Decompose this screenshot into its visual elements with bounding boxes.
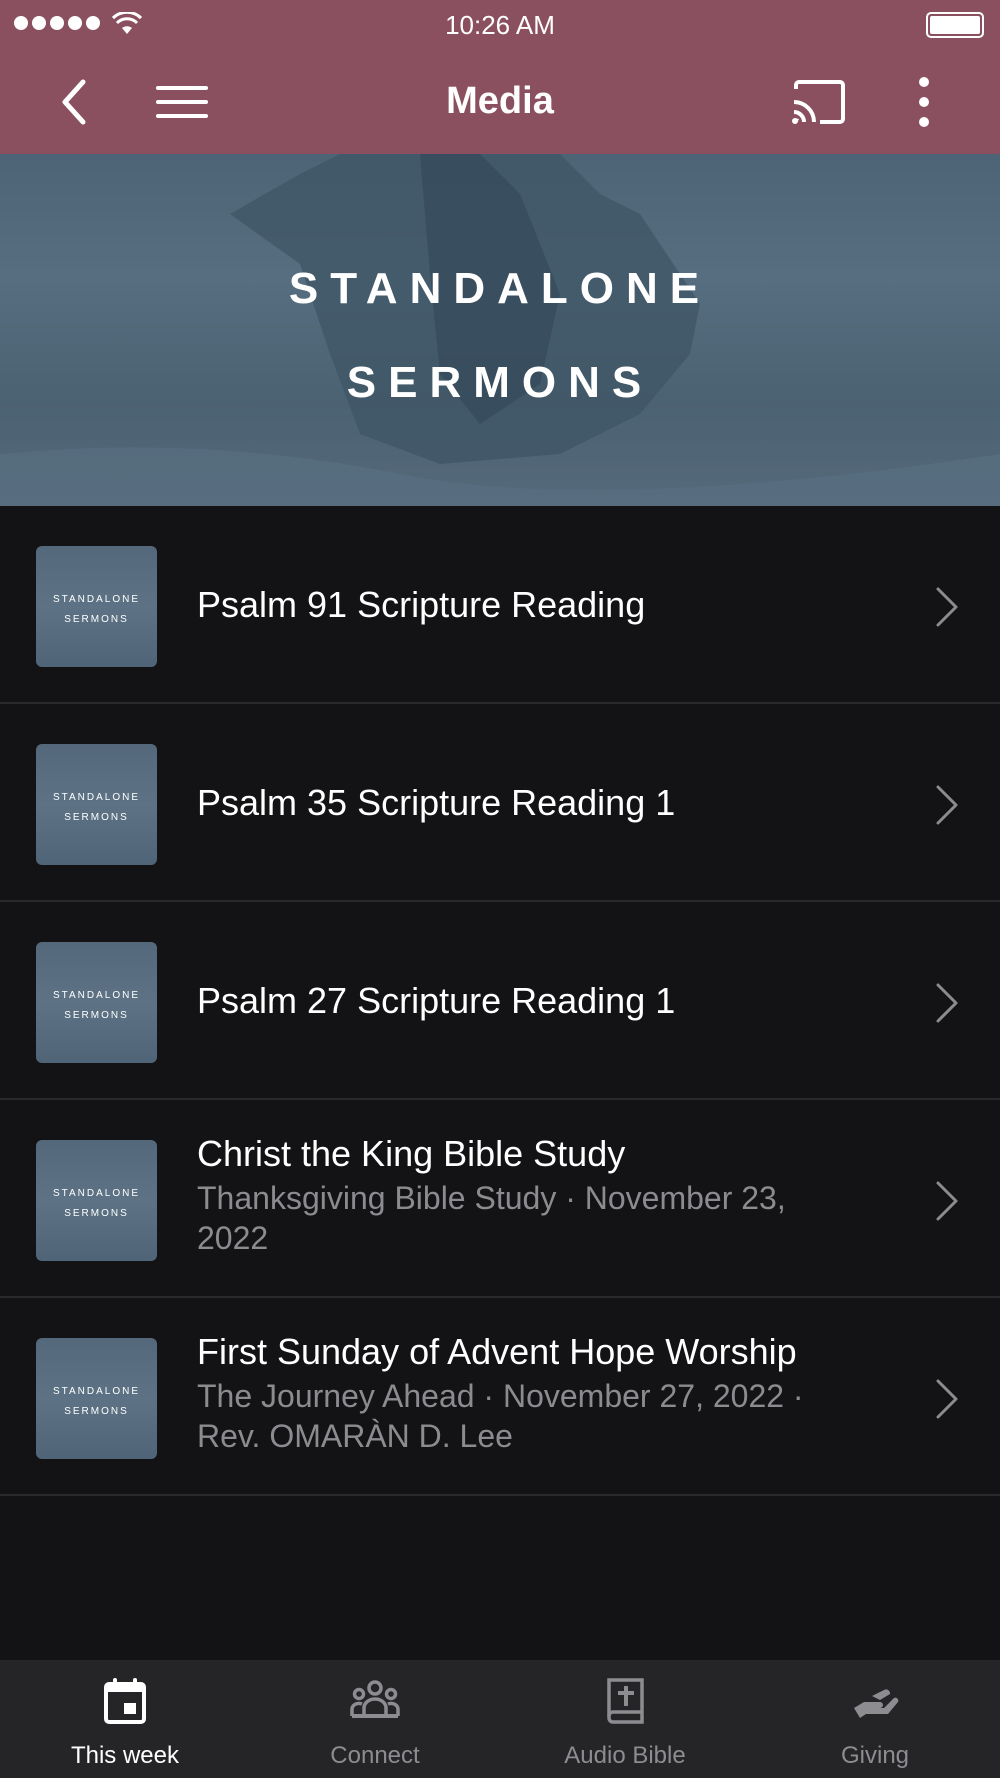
- sermon-thumbnail: STANDALONE SERMONS: [36, 744, 157, 865]
- list-item-title: Psalm 91 Scripture Reading: [197, 584, 646, 625]
- list-item-title: First Sunday of Advent Hope Worship: [197, 1331, 797, 1372]
- status-bar: 10:26 AM: [0, 0, 1000, 50]
- sermon-thumbnail: STANDALONE SERMONS: [36, 1140, 157, 1261]
- chevron-right-icon: [936, 785, 958, 825]
- sermon-thumbnail: STANDALONE SERMONS: [36, 1338, 157, 1459]
- app-bar: Media: [0, 50, 1000, 154]
- thumbnail-text-line1: STANDALONE: [52, 990, 141, 1001]
- list-item-title: Psalm 35 Scripture Reading 1: [197, 782, 676, 823]
- tab-audio-bible[interactable]: Audio Bible: [500, 1660, 750, 1778]
- list-item-title: Christ the King Bible Study: [197, 1133, 626, 1174]
- more-options-button[interactable]: [894, 72, 954, 132]
- cast-icon: [792, 80, 845, 124]
- cast-button[interactable]: [788, 72, 848, 132]
- bible-icon: [607, 1678, 644, 1724]
- more-vertical-icon: [919, 77, 929, 127]
- hero-title-line1: STANDALONE: [288, 264, 712, 313]
- tab-label: This week: [70, 1742, 180, 1769]
- chevron-right-icon: [936, 587, 958, 627]
- chevron-right-icon: [936, 1181, 958, 1221]
- people-icon: [350, 1680, 400, 1718]
- list-item-title: Psalm 27 Scripture Reading 1: [197, 980, 676, 1021]
- list-item[interactable]: STANDALONE SERMONS Psalm 91 Scripture Re…: [0, 506, 1000, 704]
- thumbnail-text-line1: STANDALONE: [52, 1188, 141, 1199]
- calendar-icon: [104, 1678, 146, 1724]
- tab-label: Connect: [330, 1742, 420, 1769]
- sermon-list: STANDALONE SERMONS Psalm 91 Scripture Re…: [0, 506, 1000, 1496]
- hero-banner: STANDALONE SERMONS: [0, 154, 1000, 506]
- thumbnail-text-line2: SERMONS: [64, 812, 129, 823]
- sermon-thumbnail: STANDALONE SERMONS: [36, 942, 157, 1063]
- list-item[interactable]: STANDALONE SERMONS Christ the King Bible…: [0, 1100, 1000, 1298]
- thumbnail-text-line1: STANDALONE: [52, 1386, 141, 1397]
- chevron-right-icon: [936, 983, 958, 1023]
- list-item-subtitle: The Journey Ahead · November 27, 2022 · …: [197, 1378, 804, 1454]
- page-title: Media: [446, 80, 554, 122]
- list-item[interactable]: STANDALONE SERMONS Psalm 35 Scripture Re…: [0, 704, 1000, 902]
- tab-label: Giving: [840, 1742, 910, 1769]
- thumbnail-text-line1: STANDALONE: [52, 594, 141, 605]
- list-item[interactable]: STANDALONE SERMONS First Sunday of Adven…: [0, 1298, 1000, 1496]
- battery-icon: [926, 12, 984, 38]
- tab-connect[interactable]: Connect: [250, 1660, 500, 1778]
- sermon-thumbnail: STANDALONE SERMONS: [36, 546, 157, 667]
- thumbnail-text-line2: SERMONS: [64, 614, 129, 625]
- bottom-nav: This week Connect Audio Bible Giving: [0, 1660, 1000, 1778]
- chevron-right-icon: [936, 1379, 958, 1419]
- thumbnail-text-line2: SERMONS: [64, 1010, 129, 1021]
- tab-this-week[interactable]: This week: [0, 1660, 250, 1778]
- thumbnail-text-line2: SERMONS: [64, 1208, 129, 1219]
- giving-hand-icon: [854, 1689, 899, 1718]
- list-item-subtitle: Thanksgiving Bible Study · November 23, …: [197, 1180, 786, 1256]
- status-time: 10:26 AM: [445, 10, 555, 40]
- tab-giving[interactable]: Giving: [750, 1660, 1000, 1778]
- hero-title-line2: SERMONS: [346, 358, 654, 407]
- thumbnail-text-line1: STANDALONE: [52, 792, 141, 803]
- list-item[interactable]: STANDALONE SERMONS Psalm 27 Scripture Re…: [0, 902, 1000, 1100]
- tab-label: Audio Bible: [564, 1742, 686, 1769]
- sea-rock-image: [0, 154, 1000, 506]
- thumbnail-text-line2: SERMONS: [64, 1406, 129, 1417]
